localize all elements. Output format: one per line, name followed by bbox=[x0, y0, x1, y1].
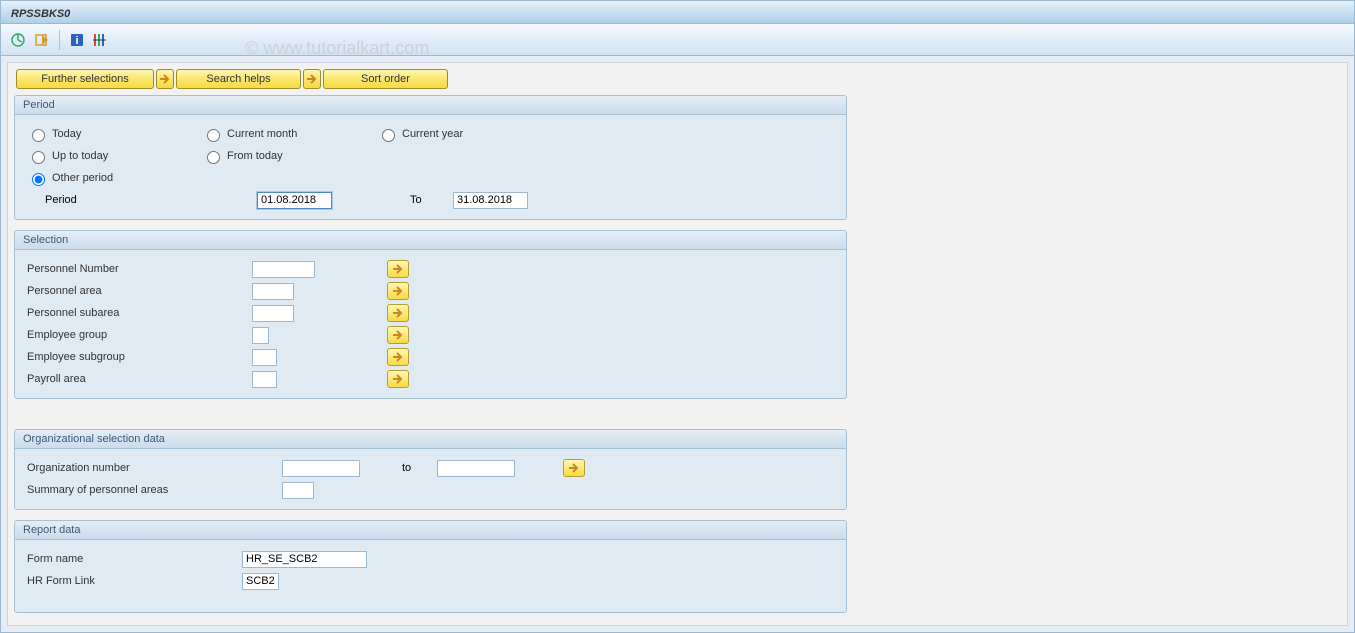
search-helps-arrow[interactable] bbox=[156, 69, 174, 89]
search-helps-button[interactable]: Search helps bbox=[176, 69, 301, 89]
multi-selection-button[interactable] bbox=[387, 282, 409, 300]
org-group: Organizational selection data Organizati… bbox=[14, 429, 847, 510]
sort-order-arrow[interactable] bbox=[303, 69, 321, 89]
org-structure-icon[interactable] bbox=[92, 31, 110, 49]
selection-row: Personnel Number bbox=[27, 258, 834, 280]
svg-text:i: i bbox=[75, 35, 78, 47]
selection-row: Employee subgroup bbox=[27, 346, 834, 368]
info-icon[interactable]: i bbox=[68, 31, 86, 49]
selection-input[interactable] bbox=[252, 283, 294, 300]
get-variant-icon[interactable] bbox=[33, 31, 51, 49]
org-number-to-input[interactable] bbox=[437, 460, 515, 477]
org-number-multi-button[interactable] bbox=[563, 459, 585, 477]
title-bar: RPSSBKS0 bbox=[0, 0, 1355, 24]
selection-row: Employee group bbox=[27, 324, 834, 346]
content-area: Further selections Search helps Sort ord… bbox=[0, 56, 1355, 633]
period-to-input[interactable] bbox=[453, 192, 528, 209]
selection-row: Personnel area bbox=[27, 280, 834, 302]
radio-from-today[interactable]: From today bbox=[202, 148, 377, 164]
sort-order-button[interactable]: Sort order bbox=[323, 69, 448, 89]
selection-input[interactable] bbox=[252, 261, 315, 278]
period-label: Period bbox=[27, 194, 257, 206]
period-group: Period Today Current month Current year … bbox=[14, 95, 847, 220]
separator bbox=[59, 30, 60, 50]
further-selections-button[interactable]: Further selections bbox=[16, 69, 154, 89]
page-title: RPSSBKS0 bbox=[11, 8, 70, 20]
selection-input[interactable] bbox=[252, 349, 277, 366]
period-header: Period bbox=[15, 96, 846, 115]
selection-label: Payroll area bbox=[27, 373, 252, 385]
multi-selection-button[interactable] bbox=[387, 260, 409, 278]
multi-selection-button[interactable] bbox=[387, 348, 409, 366]
selection-input[interactable] bbox=[252, 305, 294, 322]
radio-today[interactable]: Today bbox=[27, 126, 202, 142]
org-header: Organizational selection data bbox=[15, 430, 846, 449]
selection-row: Personnel subarea bbox=[27, 302, 834, 324]
selection-label: Personnel Number bbox=[27, 263, 252, 275]
selection-group: Selection Personnel Number Personnel area… bbox=[14, 230, 847, 399]
top-buttons: Further selections Search helps Sort ord… bbox=[16, 69, 1341, 89]
radio-up-to-today[interactable]: Up to today bbox=[27, 148, 202, 164]
hr-link-label: HR Form Link bbox=[27, 575, 242, 587]
search-helps-label: Search helps bbox=[206, 73, 270, 85]
hr-link-input[interactable] bbox=[242, 573, 279, 590]
org-number-from-input[interactable] bbox=[282, 460, 360, 477]
form-name-label: Form name bbox=[27, 553, 242, 565]
org-number-label: Organization number bbox=[27, 462, 282, 474]
period-from-input[interactable] bbox=[257, 192, 332, 209]
selection-label: Personnel subarea bbox=[27, 307, 252, 319]
radio-other-period[interactable]: Other period bbox=[27, 170, 202, 186]
radio-current-year[interactable]: Current year bbox=[377, 126, 552, 142]
summary-input[interactable] bbox=[282, 482, 314, 499]
form-name-input[interactable] bbox=[242, 551, 367, 568]
further-selections-label: Further selections bbox=[41, 73, 128, 85]
execute-icon[interactable] bbox=[9, 31, 27, 49]
scroll-body: Further selections Search helps Sort ord… bbox=[7, 62, 1348, 626]
summary-label: Summary of personnel areas bbox=[27, 484, 282, 496]
app-toolbar: i bbox=[0, 24, 1355, 56]
report-group: Report data Form name HR Form Link bbox=[14, 520, 847, 613]
sort-order-label: Sort order bbox=[361, 73, 410, 85]
selection-input[interactable] bbox=[252, 371, 277, 388]
multi-selection-button[interactable] bbox=[387, 370, 409, 388]
selection-header: Selection bbox=[15, 231, 846, 250]
selection-input[interactable] bbox=[252, 327, 269, 344]
org-to-label: to bbox=[402, 462, 437, 474]
selection-label: Personnel area bbox=[27, 285, 252, 297]
selection-row: Payroll area bbox=[27, 368, 834, 390]
report-header: Report data bbox=[15, 521, 846, 540]
radio-current-month[interactable]: Current month bbox=[202, 126, 377, 142]
selection-label: Employee subgroup bbox=[27, 351, 252, 363]
multi-selection-button[interactable] bbox=[387, 304, 409, 322]
selection-label: Employee group bbox=[27, 329, 252, 341]
multi-selection-button[interactable] bbox=[387, 326, 409, 344]
period-to-label: To bbox=[410, 194, 445, 206]
